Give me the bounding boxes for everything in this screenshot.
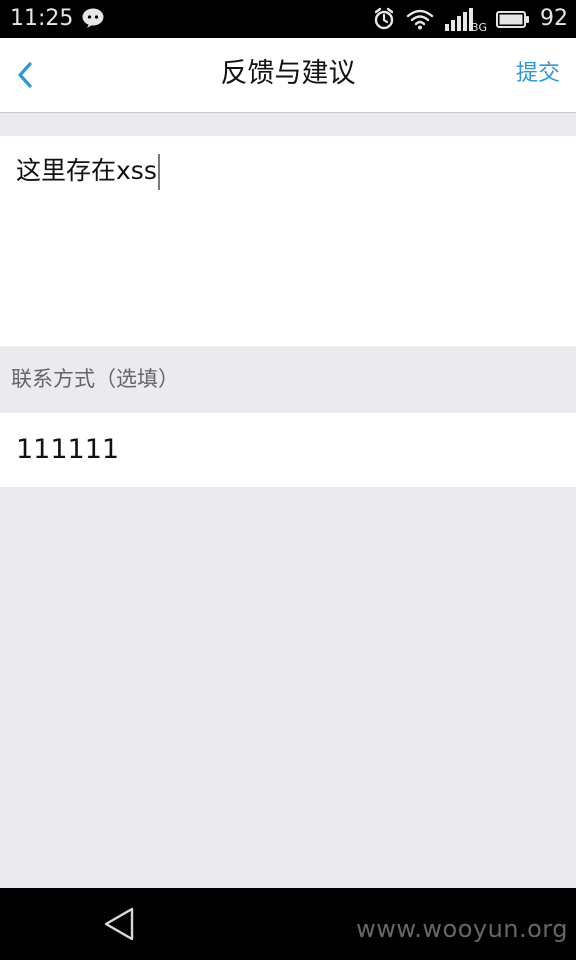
page-title: 反馈与建议 xyxy=(220,58,356,89)
signal-icon: 3G xyxy=(444,6,487,34)
watermark: www.wooyun.org xyxy=(356,915,568,943)
battery-icon xyxy=(496,9,530,29)
feedback-textarea[interactable]: 这里存在xss xyxy=(0,136,576,346)
contact-label: 联系方式（选填） xyxy=(11,367,179,391)
status-bar: 11:25 3G 92 xyxy=(0,0,576,38)
network-type: 3G xyxy=(471,21,487,34)
status-icons: 3G 92 xyxy=(372,4,568,34)
battery-percent: 92 xyxy=(540,6,568,31)
feedback-input-text: 这里存在xss xyxy=(16,154,160,190)
text-cursor xyxy=(157,154,160,190)
wifi-icon xyxy=(406,8,434,30)
navigation-bar: 反馈与建议 提交 xyxy=(0,38,576,113)
contact-input[interactable]: 111111 xyxy=(0,413,576,487)
chat-icon xyxy=(81,7,105,29)
status-time: 11:25 xyxy=(10,6,74,31)
system-back-button[interactable] xyxy=(101,906,137,942)
submit-button[interactable]: 提交 xyxy=(516,58,560,90)
alarm-icon xyxy=(372,7,396,31)
contact-value: 111111 xyxy=(16,434,120,465)
triangle-back-icon xyxy=(101,906,137,942)
feedback-content: 这里存在xss xyxy=(16,156,157,185)
system-navigation-bar: www.wooyun.org xyxy=(0,888,576,960)
